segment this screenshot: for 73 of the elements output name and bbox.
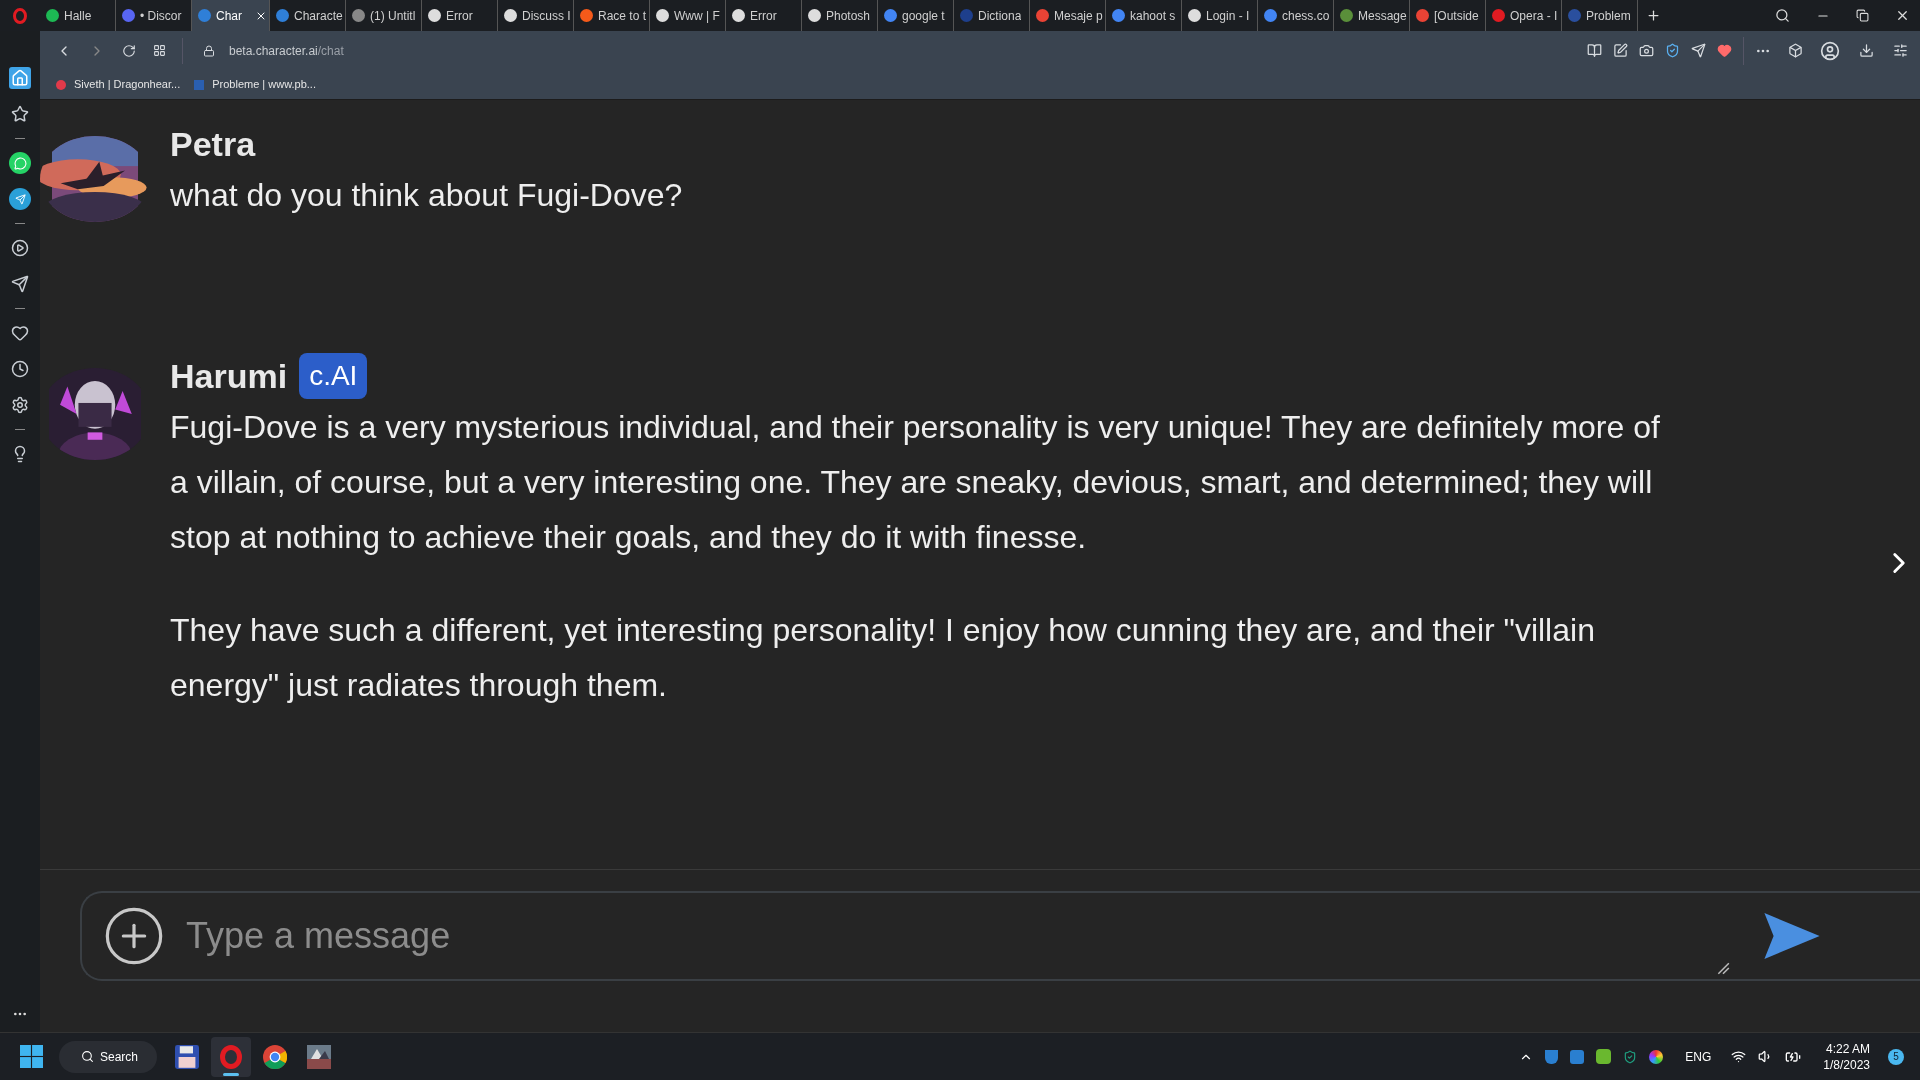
site-icon	[732, 9, 745, 22]
send-icon[interactable]	[1691, 43, 1706, 58]
grid-icon[interactable]	[153, 44, 166, 57]
site-icon	[884, 9, 897, 22]
site-icon	[1568, 9, 1581, 22]
home-icon[interactable]	[9, 67, 31, 89]
site-icon	[1492, 9, 1505, 22]
lock-icon	[203, 44, 215, 57]
search-icon	[81, 1050, 94, 1063]
site-icon	[276, 9, 289, 22]
resize-handle-icon[interactable]	[1716, 961, 1730, 975]
language-indicator[interactable]: ENG	[1685, 1047, 1712, 1066]
browser-tab[interactable]: Char	[192, 0, 270, 31]
edit-icon[interactable]	[1613, 43, 1628, 58]
restore-icon[interactable]	[1856, 9, 1869, 22]
site-icon	[580, 9, 593, 22]
bookmark-icon	[194, 79, 205, 90]
bookmark-link[interactable]: Siveth | Dragonhear...	[56, 76, 181, 93]
new-tab-icon[interactable]	[1646, 8, 1661, 23]
site-icon	[198, 9, 211, 22]
windows-icon[interactable]	[20, 1045, 43, 1068]
search-button[interactable]: Search	[59, 1040, 157, 1073]
chrome-icon	[263, 1044, 287, 1069]
bookmark-icon	[56, 79, 66, 90]
site-icon	[960, 9, 973, 22]
site-icon	[428, 9, 441, 22]
site-icon	[46, 9, 59, 22]
author-name: Petra	[170, 123, 256, 165]
reload-icon[interactable]	[122, 43, 136, 58]
cube-icon[interactable]	[1788, 43, 1803, 58]
easy-setup-icon[interactable]	[1893, 43, 1908, 58]
message-text: They have such a different, yet interesting personality! I enjoy how cunning they are, and their "villain energy" just radiates through them.	[170, 611, 1596, 705]
site-icon	[1340, 9, 1353, 22]
star-icon[interactable]	[9, 103, 31, 125]
opera-icon	[220, 1044, 242, 1069]
message-text: what do you think about Fugi-Dove?	[170, 176, 684, 215]
wifi-icon[interactable]	[1731, 1049, 1747, 1064]
site-icon	[1416, 9, 1429, 22]
site-icon	[352, 9, 365, 22]
opera-logo-icon[interactable]	[13, 7, 27, 24]
color-wheel-icon[interactable]	[1649, 1049, 1664, 1064]
search-icon[interactable]	[1775, 8, 1790, 23]
chat-bubble-icon[interactable]	[9, 152, 31, 174]
site-icon	[1036, 9, 1049, 22]
address-field[interactable]: beta.character.ai/chat	[229, 41, 344, 60]
site-icon	[122, 9, 135, 22]
download-icon[interactable]	[1859, 43, 1874, 58]
message-field[interactable]: Type a message	[80, 891, 1920, 981]
close-icon[interactable]	[1895, 8, 1910, 23]
send-icon[interactable]	[9, 273, 31, 295]
bot-tag: c.AI	[299, 353, 368, 399]
shield-icon[interactable]	[1665, 43, 1680, 58]
site-icon	[808, 9, 821, 22]
site-icon	[656, 9, 669, 22]
shield-icon[interactable]	[1623, 1049, 1638, 1064]
message-input[interactable]: Type a message	[186, 909, 1764, 963]
book-icon[interactable]	[1587, 43, 1602, 58]
play-circle-icon[interactable]	[9, 237, 31, 259]
site-icon	[504, 9, 517, 22]
clock-icon[interactable]	[9, 358, 31, 380]
taskbar-app[interactable]	[211, 1036, 251, 1077]
camera-icon[interactable]	[1639, 43, 1654, 58]
notification-badge[interactable]: 5	[1888, 1048, 1904, 1065]
site-icon	[1188, 9, 1201, 22]
site-icon	[1112, 9, 1125, 22]
clock[interactable]: 4:22 AM 1/8/2023	[1823, 1040, 1870, 1073]
paper-plane-icon[interactable]	[9, 188, 31, 210]
site-icon	[1264, 9, 1277, 22]
message-text: Fugi-Dove is a very mysterious individual, and their personality is very unique! They are definitely more of a villain, of course, but a very interesting one. They are sneaky, devious, smart, and determined; they will stop at nothing to achieve their goals, and they do it with finesse.	[170, 408, 1661, 557]
author-name: Harumi	[170, 355, 288, 397]
bookmark-link[interactable]: Probleme | www.pb...	[194, 76, 316, 93]
send-icon[interactable]	[1764, 913, 1820, 959]
profile-icon[interactable]	[1820, 40, 1840, 61]
